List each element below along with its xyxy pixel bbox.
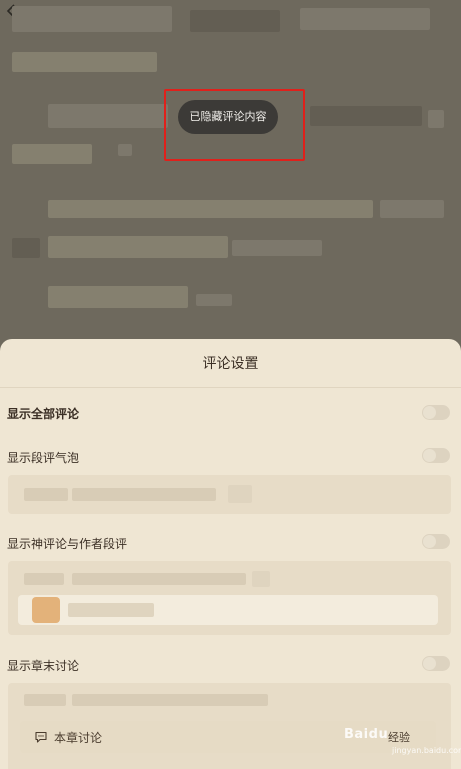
blurred-text xyxy=(118,144,132,156)
chat-bubble-icon xyxy=(35,731,47,743)
blurred-text xyxy=(232,240,322,256)
show-all-comments-toggle[interactable] xyxy=(422,405,450,420)
show-chapter-end-toggle[interactable] xyxy=(422,656,450,671)
blurred-text xyxy=(12,6,172,32)
blurred-text xyxy=(48,104,168,128)
baidu-watermark: Baidu xyxy=(344,727,389,742)
blurred-text xyxy=(12,238,40,258)
reader-background xyxy=(0,0,461,360)
blurred-text xyxy=(310,106,422,126)
blurred-text xyxy=(48,236,228,258)
chapter-discussion-right-label: 经验 xyxy=(388,731,410,744)
blurred-text xyxy=(428,110,444,128)
show-god-comments-label: 显示神评论与作者段评 xyxy=(7,537,128,551)
blurred-text xyxy=(380,200,444,218)
avatar xyxy=(32,597,60,623)
blurred-text xyxy=(196,294,232,306)
show-paragraph-bubbles-toggle[interactable] xyxy=(422,448,450,463)
blurred-text xyxy=(72,694,268,706)
blurred-text xyxy=(300,8,430,30)
show-all-comments-label: 显示全部评论 xyxy=(7,407,80,421)
blurred-text xyxy=(68,603,154,617)
blurred-text xyxy=(24,488,68,501)
blurred-text xyxy=(252,571,270,587)
show-chapter-end-label: 显示章末讨论 xyxy=(7,659,80,673)
blurred-text xyxy=(190,10,280,32)
god-comment-preview xyxy=(8,561,451,635)
paragraph-bubble-preview xyxy=(8,475,451,514)
blurred-text xyxy=(48,286,188,308)
baidu-watermark-url: jingyan.baidu.com xyxy=(392,746,461,755)
blurred-text xyxy=(72,573,246,585)
author-comment-card xyxy=(18,595,438,625)
blurred-text xyxy=(48,200,373,218)
chapter-discussion-label: 本章讨论 xyxy=(54,731,103,745)
divider xyxy=(0,387,461,388)
blurred-text xyxy=(24,694,66,706)
show-paragraph-bubbles-label: 显示段评气泡 xyxy=(7,451,80,465)
blurred-text xyxy=(12,52,157,72)
sheet-title: 评论设置 xyxy=(202,356,259,372)
blurred-text xyxy=(72,488,216,501)
toast-message: 已隐藏评论内容 xyxy=(178,100,278,134)
show-god-comments-toggle[interactable] xyxy=(422,534,450,549)
comment-settings-sheet: 评论设置 显示全部评论 显示段评气泡 显示神评论与作者段评 显示章末讨论 本章讨… xyxy=(0,339,461,769)
blurred-text xyxy=(24,573,64,585)
blurred-text xyxy=(12,144,92,164)
blurred-text xyxy=(228,485,252,503)
